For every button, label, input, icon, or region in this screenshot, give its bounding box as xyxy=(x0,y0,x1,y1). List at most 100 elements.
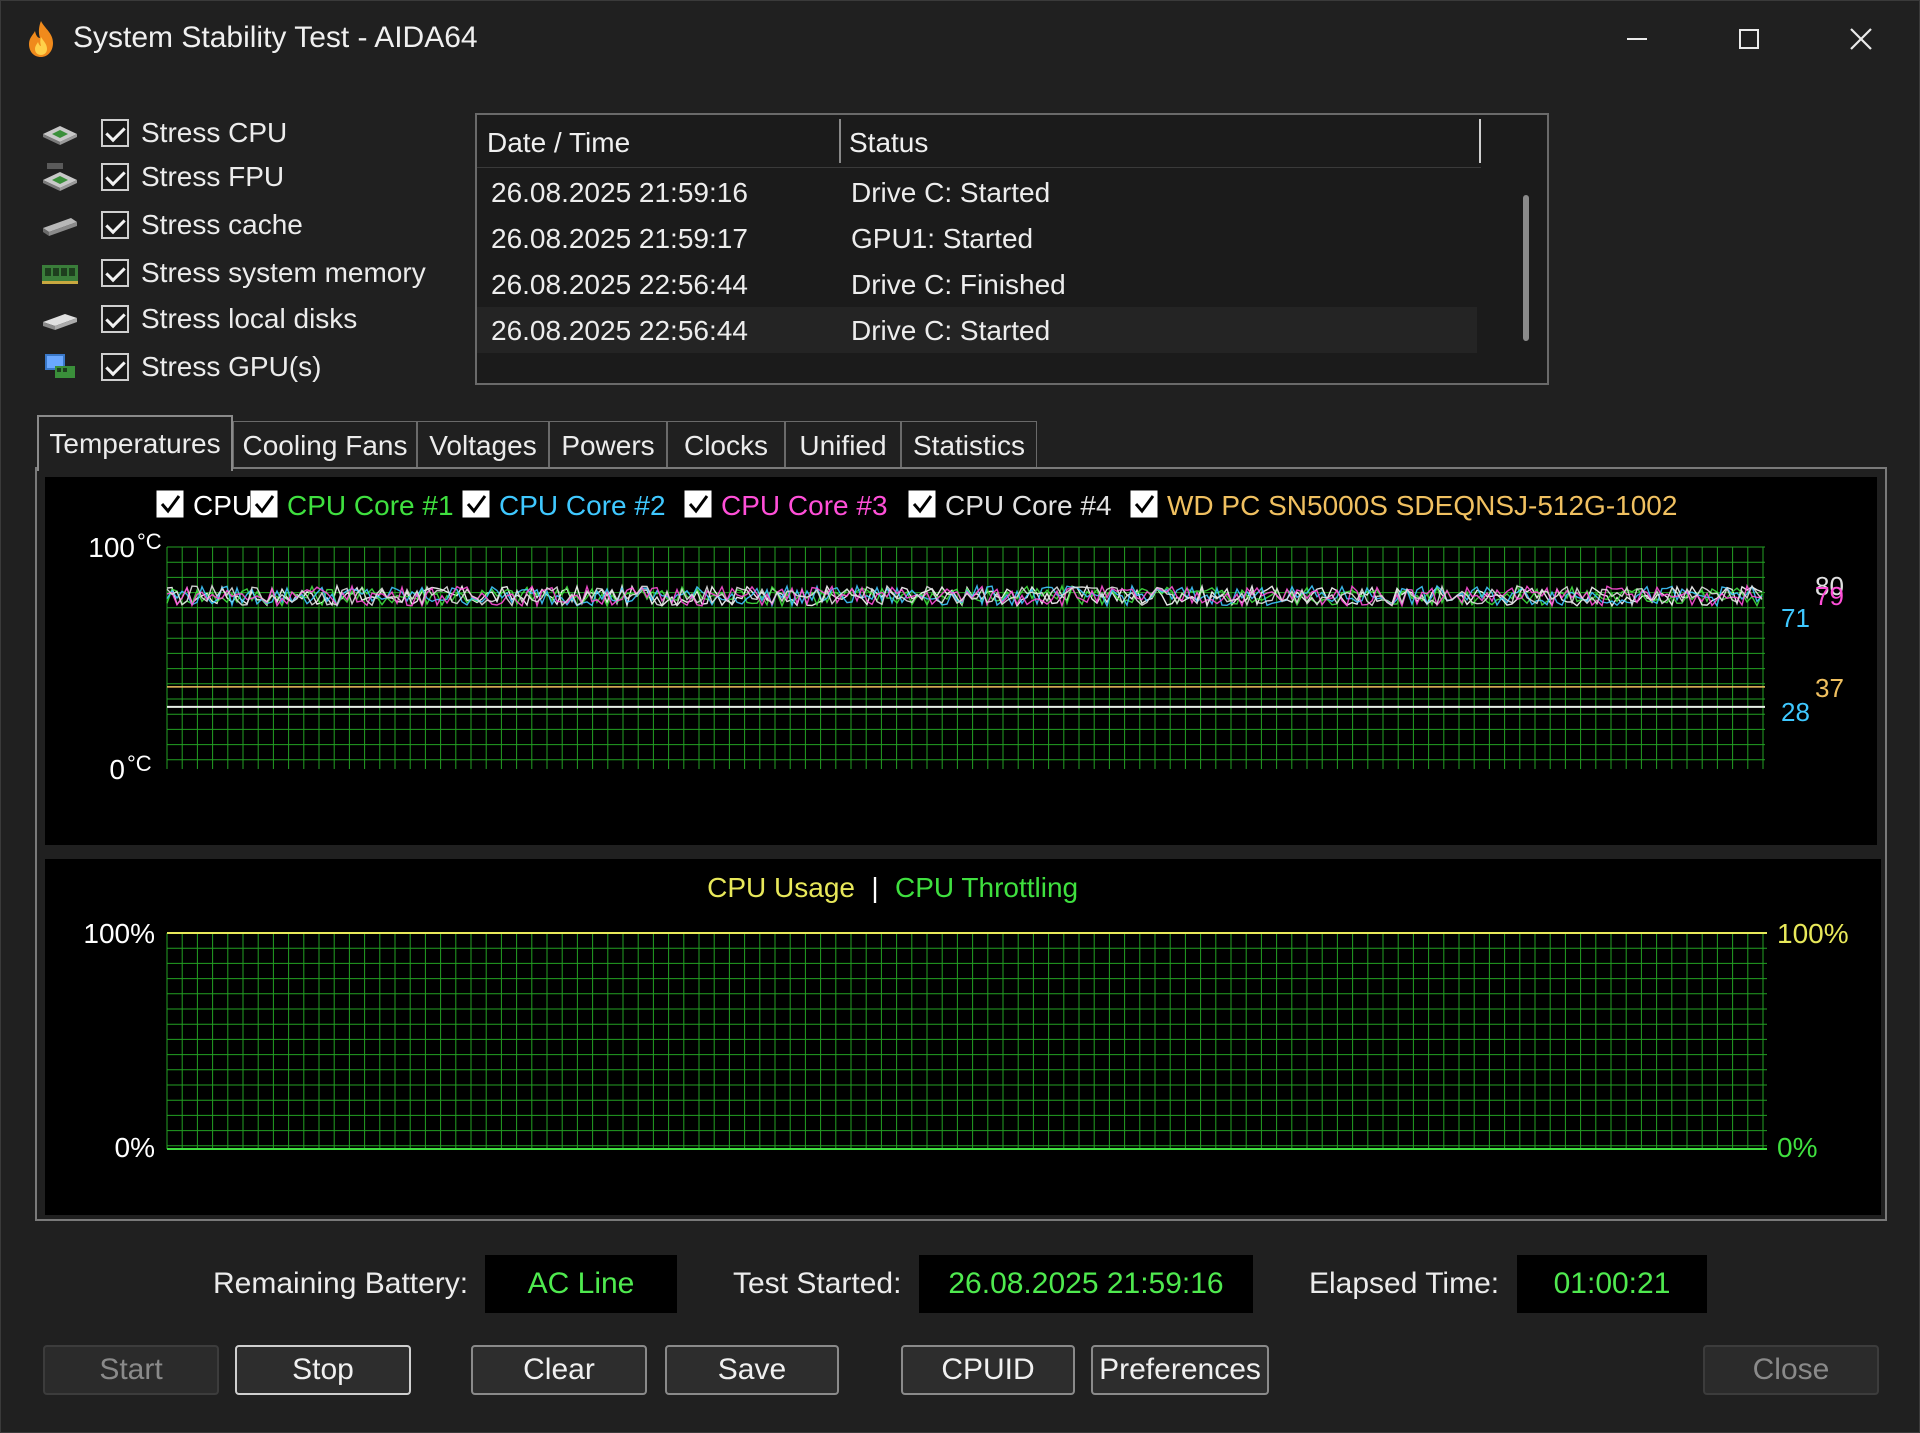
elapsed-time-value: 01:00:21 xyxy=(1517,1255,1707,1313)
log-status: GPU1: Started xyxy=(851,223,1034,254)
stress-cpu-option[interactable]: Stress CPU xyxy=(37,111,457,155)
legend-label: CPU Core #3 xyxy=(721,490,888,521)
column-separator[interactable] xyxy=(1479,119,1481,163)
close-button[interactable]: Close xyxy=(1703,1345,1879,1395)
log-datetime: 26.08.2025 22:56:44 xyxy=(491,269,748,300)
cpuid-button[interactable]: CPUID xyxy=(901,1345,1075,1395)
maximize-button[interactable] xyxy=(1699,11,1799,67)
cache-chip-icon xyxy=(43,218,77,236)
cpu-usage-graph-canvas: CPU Usage | CPU Throttling 100% 0% 100% 0% xyxy=(83,872,1849,1163)
column-header-datetime[interactable]: Date / Time xyxy=(487,127,630,159)
legend-label: CPU Core #4 xyxy=(945,490,1112,521)
stress-disks-checkbox[interactable] xyxy=(101,305,129,333)
stress-memory-checkbox[interactable] xyxy=(101,259,129,287)
preferences-button[interactable]: Preferences xyxy=(1091,1345,1269,1395)
memory-module-icon xyxy=(42,265,78,284)
temperature-graph-canvas: CPU CPU Core #1 CPU Core #2 CPU Core #3 CPU … xyxy=(88,490,1844,785)
window-title: System Stability Test - AIDA64 xyxy=(73,21,478,54)
log-status: Drive C: Started xyxy=(851,177,1051,208)
legend-checkbox xyxy=(462,490,490,518)
y-axis-min-label: 0 xyxy=(109,754,125,785)
tab-clocks[interactable]: Clocks xyxy=(667,421,785,469)
gpu-monitor-icon xyxy=(45,354,75,378)
stress-gpu-option[interactable]: Stress GPU(s) xyxy=(37,345,457,389)
tab-panel-temperatures: CPU CPU Core #1 CPU Core #2 CPU Core #3 CPU … xyxy=(35,467,1887,1221)
stress-cpu-label: Stress CPU xyxy=(141,117,288,148)
column-header-status[interactable]: Status xyxy=(849,127,928,159)
stability-test-window: System Stability Test - AIDA64 Stress CP… xyxy=(0,0,1920,1433)
cpu-chip-icon xyxy=(43,126,77,145)
stress-memory-option[interactable]: Stress system memory xyxy=(37,251,457,295)
fpu-chip-icon xyxy=(43,163,77,191)
stress-cpu-checkbox[interactable] xyxy=(101,119,129,147)
stress-cache-checkbox[interactable] xyxy=(101,211,129,239)
legend-checkbox xyxy=(684,490,712,518)
current-value-label: 37 xyxy=(1815,673,1844,703)
stress-fpu-label: Stress FPU xyxy=(141,161,285,192)
current-value-label: 28 xyxy=(1781,697,1810,727)
close-icon xyxy=(1850,28,1872,50)
y-axis-unit: °C xyxy=(137,529,162,554)
column-separator[interactable] xyxy=(839,119,841,163)
legend-label: CPU Core #1 xyxy=(287,490,454,521)
log-scrollbar-thumb[interactable] xyxy=(1523,195,1529,341)
close-window-button[interactable] xyxy=(1811,11,1911,67)
y-axis-unit: °C xyxy=(127,751,152,776)
stop-button[interactable]: Stop xyxy=(235,1345,411,1395)
minimize-icon xyxy=(1627,38,1647,40)
legend-label: CPU Core #2 xyxy=(499,490,666,521)
title-bar[interactable]: System Stability Test - AIDA64 xyxy=(1,1,1919,77)
save-button[interactable]: Save xyxy=(665,1345,839,1395)
start-button[interactable]: Start xyxy=(43,1345,219,1395)
usage-title: CPU Usage xyxy=(707,872,855,903)
flame-icon xyxy=(29,21,53,57)
log-datetime: 26.08.2025 22:56:44 xyxy=(491,315,748,346)
legend-label: CPU xyxy=(193,490,252,521)
left-y-min-label: 0% xyxy=(115,1132,155,1163)
tab-cooling-fans[interactable]: Cooling Fans xyxy=(233,421,417,469)
legend-checkbox xyxy=(908,490,936,518)
log-row[interactable]: 26.08.2025 22:56:44 Drive C: Started xyxy=(477,307,1477,353)
tab-voltages[interactable]: Voltages xyxy=(417,421,549,469)
log-status: Drive C: Started xyxy=(851,315,1051,346)
tab-statistics[interactable]: Statistics xyxy=(901,421,1037,469)
tab-unified[interactable]: Unified xyxy=(785,421,901,469)
graph-grid xyxy=(166,546,1765,769)
right-y-min-label: 0% xyxy=(1777,1132,1817,1163)
stress-gpu-checkbox[interactable] xyxy=(101,353,129,381)
stress-gpu-label: Stress GPU(s) xyxy=(141,351,322,382)
stress-cache-label: Stress cache xyxy=(141,209,303,240)
log-row[interactable]: 26.08.2025 21:59:16 Drive C: Started xyxy=(477,169,1477,215)
event-log-table[interactable]: Date / Time Status 26.08.2025 21:59:16 D… xyxy=(475,113,1549,385)
stress-memory-label: Stress system memory xyxy=(141,257,426,288)
minimize-button[interactable] xyxy=(1587,11,1687,67)
log-datetime: 26.08.2025 21:59:17 xyxy=(491,223,748,254)
throttling-title: CPU Throttling xyxy=(895,872,1078,903)
current-value-label: 71 xyxy=(1781,603,1810,633)
stress-disks-label: Stress local disks xyxy=(141,303,358,334)
stress-cache-option[interactable]: Stress cache xyxy=(37,203,457,247)
tab-temperatures[interactable]: Temperatures xyxy=(37,415,233,471)
maximize-icon xyxy=(1739,29,1759,49)
temperature-graph: CPU CPU Core #1 CPU Core #2 CPU Core #3 CPU … xyxy=(45,477,1877,845)
battery-value: AC Line xyxy=(485,1255,677,1313)
disk-drive-icon xyxy=(43,314,77,330)
log-status: Drive C: Finished xyxy=(851,269,1066,300)
stress-fpu-option[interactable]: Stress FPU xyxy=(37,155,457,199)
log-row[interactable]: 26.08.2025 21:59:17 GPU1: Started xyxy=(477,215,1477,261)
tab-powers[interactable]: Powers xyxy=(549,421,667,469)
stress-fpu-checkbox[interactable] xyxy=(101,163,129,191)
right-y-max-label: 100% xyxy=(1777,918,1849,949)
legend-label: WD PC SN5000S SDEQNSJ-512G-1002 xyxy=(1167,490,1677,521)
legend-checkbox xyxy=(156,490,184,518)
left-y-max-label: 100% xyxy=(83,918,155,949)
log-row[interactable]: 26.08.2025 22:56:44 Drive C: Finished xyxy=(477,261,1477,307)
y-axis-max-label: 100 xyxy=(88,532,135,563)
stress-disks-option[interactable]: Stress local disks xyxy=(37,297,457,341)
clear-button[interactable]: Clear xyxy=(471,1345,647,1395)
graph-grid xyxy=(166,932,1767,1149)
legend-checkbox xyxy=(1130,490,1158,518)
battery-label: Remaining Battery: xyxy=(213,1267,469,1300)
title-separator: | xyxy=(871,872,878,903)
cpu-usage-graph: CPU Usage | CPU Throttling 100% 0% 100% 0% xyxy=(45,859,1881,1215)
